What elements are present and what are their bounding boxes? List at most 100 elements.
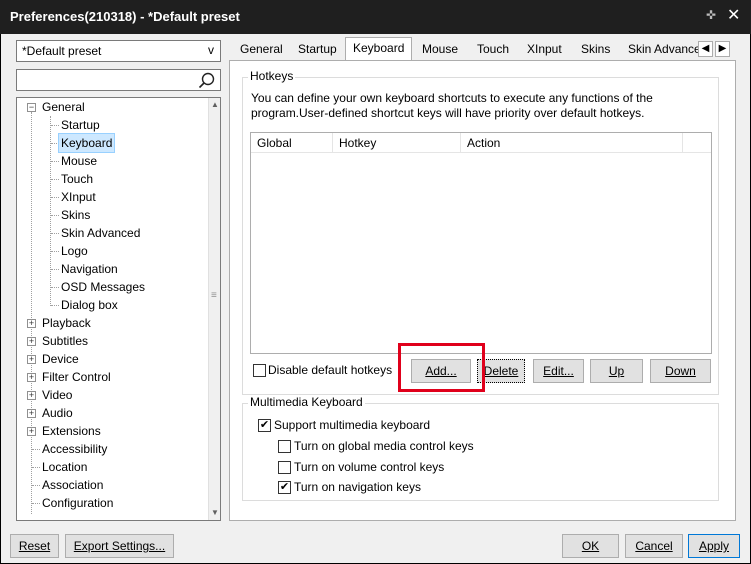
tree-item-keyboard[interactable]: Keyboard — [57, 133, 116, 153]
down-button[interactable]: Down — [650, 359, 711, 383]
tab-general[interactable]: General — [233, 39, 290, 61]
expand-icon[interactable]: + — [27, 355, 36, 364]
expand-icon[interactable]: + — [27, 337, 36, 346]
export-settings-button[interactable]: Export Settings... — [65, 534, 174, 558]
tab-mouse[interactable]: Mouse — [415, 39, 465, 61]
tab-scroll-right-icon[interactable]: ▶ — [715, 41, 730, 57]
scroll-thumb-grip-icon[interactable]: ≡ — [211, 290, 217, 301]
tab-xinput[interactable]: XInput — [520, 39, 569, 61]
up-button[interactable]: Up — [590, 359, 643, 383]
column-header-global[interactable]: Global — [251, 133, 333, 153]
tree-branch — [32, 449, 40, 450]
apply-button[interactable]: Apply — [688, 534, 740, 558]
tree-item-association[interactable]: Association — [42, 476, 103, 494]
scroll-up-icon[interactable]: ▲ — [211, 100, 219, 109]
tree-item-general[interactable]: General — [42, 98, 85, 116]
tree-branch — [51, 269, 59, 270]
tree-branch — [51, 215, 59, 216]
tab-touch[interactable]: Touch — [470, 39, 516, 61]
tree-item-configuration[interactable]: Configuration — [42, 494, 113, 512]
expand-icon[interactable]: + — [27, 373, 36, 382]
tab-keyboard[interactable]: Keyboard — [345, 37, 413, 61]
tree-branch — [32, 503, 40, 504]
volume-keys-checkbox[interactable] — [278, 461, 291, 474]
tree-item-extensions[interactable]: Extensions — [42, 422, 101, 440]
tree-item-navigation[interactable]: Navigation — [61, 260, 118, 278]
preset-dropdown[interactable]: *Default preset v — [16, 40, 221, 62]
support-multimedia-label: Support multimedia keyboard — [274, 418, 431, 432]
navigation-keys-checkbox[interactable]: ✔ — [278, 481, 291, 494]
ok-button[interactable]: OK — [562, 534, 619, 558]
tree-item-logo[interactable]: Logo — [61, 242, 88, 260]
tree-branch — [51, 179, 59, 180]
cancel-button[interactable]: Cancel — [625, 534, 683, 558]
title-bar: Preferences(210318) - *Default preset ✜ … — [0, 0, 751, 34]
tree-item-mouse[interactable]: Mouse — [61, 152, 97, 170]
delete-button-label: Delete — [483, 364, 519, 378]
search-input[interactable] — [16, 69, 221, 91]
tree-item-skin-advanced[interactable]: Skin Advanced — [61, 224, 140, 242]
ok-button-label: OK — [581, 539, 600, 553]
tree-branch — [51, 197, 59, 198]
hotkeys-description-line1: You can define your own keyboard shortcu… — [251, 91, 653, 105]
tree-item-video[interactable]: Video — [42, 386, 72, 404]
preset-value: *Default preset — [22, 44, 102, 58]
hotkeys-list[interactable]: Global Hotkey Action — [250, 132, 712, 354]
tab-startup[interactable]: Startup — [291, 39, 344, 61]
tree-item-osd-messages[interactable]: OSD Messages — [61, 278, 145, 296]
tree-item-device[interactable]: Device — [42, 350, 79, 368]
volume-keys-label: Turn on volume control keys — [294, 460, 445, 474]
column-header-action[interactable]: Action — [461, 133, 683, 153]
tree-item-startup[interactable]: Startup — [61, 116, 100, 134]
expand-icon[interactable]: + — [27, 409, 36, 418]
hotkeys-description-line2: program.User-defined shortcut keys will … — [251, 106, 645, 120]
tree-item-location[interactable]: Location — [42, 458, 87, 476]
tab-scroll-left-icon[interactable]: ◀ — [698, 41, 713, 57]
expand-icon[interactable]: + — [27, 391, 36, 400]
scroll-down-icon[interactable]: ▼ — [211, 508, 219, 517]
collapse-icon[interactable]: − — [27, 103, 36, 112]
tree-scrollbar[interactable]: ▲ ≡ ▼ — [208, 98, 220, 520]
edit-button[interactable]: Edit... — [533, 359, 584, 383]
edit-button-label: Edit... — [543, 364, 574, 378]
up-button-label: Up — [608, 364, 625, 378]
tree-branch — [51, 305, 59, 306]
tree-branch — [32, 485, 40, 486]
tab-skins[interactable]: Skins — [574, 39, 617, 61]
tree-item-touch[interactable]: Touch — [61, 170, 93, 188]
column-header-hotkey[interactable]: Hotkey — [333, 133, 461, 153]
tree-item-filter-control[interactable]: Filter Control — [42, 368, 111, 386]
global-media-keys-label: Turn on global media control keys — [294, 439, 474, 453]
tree-item-audio[interactable]: Audio — [42, 404, 73, 422]
keyboard-panel: Hotkeys You can define your own keyboard… — [229, 60, 736, 521]
tree-item-accessibility[interactable]: Accessibility — [42, 440, 107, 458]
tree-branch — [51, 161, 59, 162]
reset-button[interactable]: Reset — [10, 534, 59, 558]
tree-branch — [51, 251, 59, 252]
tree-branch — [51, 143, 59, 144]
search-icon[interactable] — [198, 72, 216, 89]
tree-branch — [32, 467, 40, 468]
close-icon[interactable]: ✕ — [727, 5, 740, 25]
tree-item-xinput[interactable]: XInput — [61, 188, 96, 206]
disable-default-hotkeys-label: Disable default hotkeys — [268, 363, 393, 377]
global-media-keys-checkbox[interactable] — [278, 440, 291, 453]
tree-branch — [51, 233, 59, 234]
tab-skin-advanced[interactable]: Skin Advance — [621, 39, 698, 61]
tree-item-playback[interactable]: Playback — [42, 314, 91, 332]
navigation-keys-label: Turn on navigation keys — [294, 480, 421, 494]
settings-tree[interactable]: − General Startup Keyboard Mouse Touch X… — [16, 97, 221, 521]
pin-icon[interactable]: ✜ — [706, 8, 716, 22]
tree-branch — [51, 287, 59, 288]
multimedia-group-label: Multimedia Keyboard — [248, 395, 365, 409]
tree-item-subtitles[interactable]: Subtitles — [42, 332, 88, 350]
hotkeys-group-label: Hotkeys — [248, 69, 296, 83]
expand-icon[interactable]: + — [27, 427, 36, 436]
support-multimedia-checkbox[interactable]: ✔ — [258, 419, 271, 432]
tree-item-dialog-box[interactable]: Dialog box — [61, 296, 118, 314]
disable-default-hotkeys-checkbox[interactable] — [253, 364, 266, 377]
expand-icon[interactable]: + — [27, 319, 36, 328]
tree-item-skins[interactable]: Skins — [61, 206, 90, 224]
tree-line — [50, 116, 51, 306]
down-button-label: Down — [665, 364, 696, 378]
